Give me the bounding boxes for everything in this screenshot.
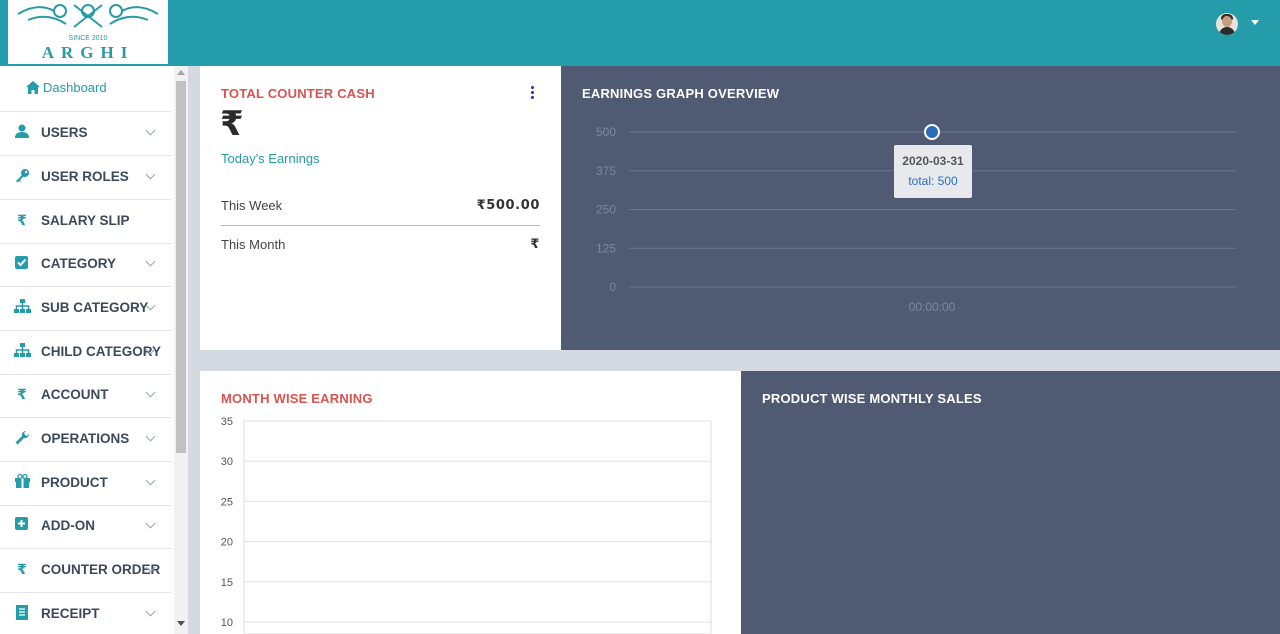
sidebar-item-product[interactable]: PRODUCT	[0, 462, 172, 506]
svg-text:ARGHI: ARGHI	[42, 43, 135, 62]
scroll-down-arrow-icon[interactable]	[177, 621, 185, 626]
chevron-down-icon	[145, 518, 156, 529]
y-tick-label: 10	[221, 617, 233, 629]
sidebar-item-account[interactable]: ₹ ACCOUNT	[0, 374, 172, 418]
sitemap-icon	[14, 299, 31, 317]
chevron-down-icon	[145, 256, 156, 267]
sidebar-item-label: OPERATIONS	[41, 431, 130, 446]
divider	[221, 225, 540, 226]
counter-cash-card: TOTAL COUNTER CASH ₹ Today's Earnings Th…	[200, 66, 561, 350]
card-title: PRODUCT WISE MONTHLY SALES	[762, 391, 982, 406]
sidebar-item-operations[interactable]: OPERATIONS	[0, 418, 172, 462]
earnings-graph-card: EARNINGS GRAPH OVERVIEW 500 375 250 125 0 00:…	[561, 66, 1280, 350]
sidebar-item-label: Dashboard	[43, 80, 107, 95]
sidebar: Dashboard USERS USER ROLES ₹ SALARY SLIP…	[0, 66, 174, 634]
sidebar-item-label: COUNTER ORDER	[41, 562, 161, 577]
sidebar-item-label: SALARY SLIP	[41, 213, 130, 228]
sitemap-icon	[14, 343, 31, 361]
y-tick-label: 30	[221, 456, 233, 468]
sidebar-item-counter-order[interactable]: ₹ COUNTER ORDER	[0, 549, 172, 593]
tooltip-value: total: 500	[908, 174, 958, 188]
chevron-down-icon	[145, 169, 156, 180]
card-title: TOTAL COUNTER CASH	[221, 86, 375, 101]
this-month-value: ₹	[530, 237, 540, 252]
user-menu-caret-icon[interactable]	[1251, 20, 1259, 25]
this-month-label: This Month	[221, 237, 286, 252]
chevron-down-icon	[145, 475, 156, 486]
sidebar-item-salary-slip[interactable]: ₹ SALARY SLIP	[0, 200, 172, 244]
y-tick-label: 0	[609, 280, 616, 294]
plot-area	[243, 420, 712, 634]
brand-logo[interactable]: SINCE 2010 ARGHI	[8, 0, 168, 64]
top-navbar: SINCE 2010 ARGHI	[0, 0, 1280, 66]
product-sales-card: PRODUCT WISE MONTHLY SALES	[741, 371, 1280, 634]
y-tick-label: 20	[221, 537, 233, 549]
y-tick-label: 250	[596, 203, 616, 217]
sidebar-item-sub-category[interactable]: SUB CATEGORY	[0, 287, 172, 331]
sidebar-item-label: SUB CATEGORY	[41, 300, 149, 315]
todays-earnings-label: Today's Earnings	[221, 151, 320, 166]
tooltip-date: 2020-03-31	[902, 154, 964, 168]
y-tick-label: 35	[221, 416, 233, 428]
y-tick-label: 375	[596, 164, 616, 178]
earnings-line-chart: 500 375 250 125 0 00:00:00	[596, 124, 1236, 314]
y-tick-label: 25	[221, 496, 233, 508]
logo-graphic: SINCE 2010 ARGHI	[17, 4, 159, 62]
x-tick-label: 00:00:00	[909, 300, 956, 314]
chevron-down-icon	[145, 125, 156, 136]
sidebar-item-users[interactable]: USERS	[0, 112, 172, 156]
user-icon	[14, 124, 30, 142]
y-tick-label: 15	[221, 577, 233, 589]
y-tick-label: 125	[596, 241, 616, 255]
home-icon	[26, 81, 40, 97]
sidebar-item-label: ACCOUNT	[41, 387, 109, 402]
key-icon	[14, 168, 30, 186]
more-options-icon[interactable]	[530, 86, 536, 100]
currency-symbol: ₹	[220, 104, 244, 144]
chevron-down-icon	[145, 431, 156, 442]
y-tick-label: 500	[596, 125, 616, 139]
data-point	[924, 124, 940, 140]
sidebar-item-add-on[interactable]: ADD-ON	[0, 505, 172, 549]
month-wise-earning-card: MONTH WISE EARNING 35 30 25 20 15 10	[200, 371, 741, 634]
chevron-down-icon	[145, 387, 156, 398]
sidebar-scrollbar-thumb[interactable]	[176, 81, 186, 453]
svg-text:SINCE 2010: SINCE 2010	[69, 35, 108, 42]
sidebar-item-child-category[interactable]: CHILD CATEGORY	[0, 331, 172, 375]
this-week-label: This Week	[221, 198, 283, 213]
receipt-icon	[14, 605, 30, 623]
sidebar-item-label: USERS	[41, 125, 88, 140]
sidebar-item-user-roles[interactable]: USER ROLES	[0, 156, 172, 200]
sidebar-item-label: PRODUCT	[41, 475, 108, 490]
sidebar-item-receipt[interactable]: RECEIPT	[0, 593, 172, 634]
wrench-icon	[14, 430, 30, 448]
checkbox-icon	[14, 255, 30, 273]
chart-tooltip: 2020-03-31 total: 500	[894, 145, 972, 198]
month-wise-bar-chart: 35 30 25 20 15 10	[221, 416, 712, 634]
chevron-down-icon	[145, 606, 156, 617]
gift-icon	[14, 473, 30, 492]
user-avatar[interactable]	[1216, 13, 1238, 35]
plus-square-icon	[14, 517, 30, 535]
rupee-icon: ₹	[17, 387, 27, 403]
rupee-icon: ₹	[17, 213, 27, 229]
sidebar-item-label: ADD-ON	[41, 518, 95, 533]
sidebar-item-category[interactable]: CATEGORY	[0, 243, 172, 287]
sidebar-item-label: USER ROLES	[41, 169, 129, 184]
this-week-value: ₹500.00	[476, 198, 540, 213]
sidebar-item-label: CHILD CATEGORY	[41, 344, 161, 359]
sidebar-item-dashboard[interactable]: Dashboard	[0, 66, 172, 112]
sidebar-item-label: RECEIPT	[41, 606, 100, 621]
sidebar-item-label: CATEGORY	[41, 256, 117, 271]
scroll-up-arrow-icon[interactable]	[177, 70, 185, 75]
rupee-icon: ₹	[17, 562, 27, 578]
